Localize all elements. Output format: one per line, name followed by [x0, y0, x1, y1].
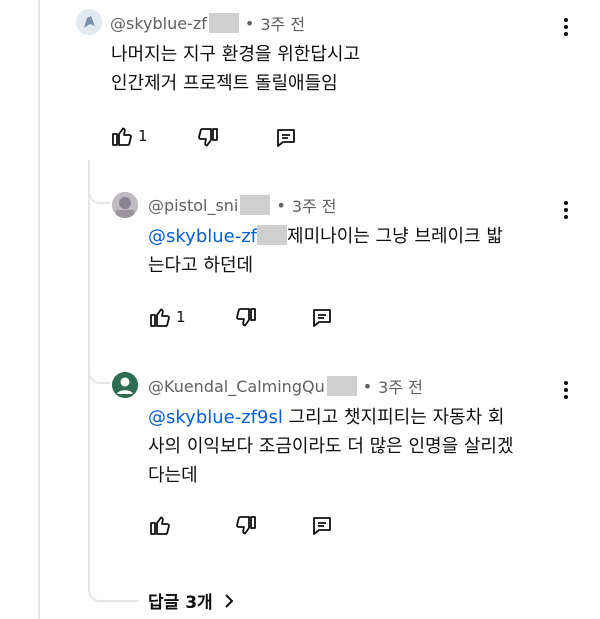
more-vert-icon[interactable] — [562, 201, 570, 222]
reply-button[interactable] — [310, 306, 334, 330]
avatar[interactable] — [112, 192, 138, 218]
replies-label: 답글 3개 — [148, 593, 213, 613]
like-count: 1 — [176, 308, 186, 326]
chevron-right-icon — [224, 593, 234, 608]
comment-line: 는다고 하던데 — [148, 255, 254, 276]
like-button[interactable] — [148, 513, 172, 537]
mention-link[interactable]: @skyblue-zf — [148, 225, 288, 247]
comment-text: @skyblue-zf 제미나이는 그냥 브레이크 밟 는다고 하던데 — [148, 222, 503, 280]
thread-elbow-replies — [88, 540, 138, 602]
dislike-button[interactable] — [234, 514, 258, 538]
author-name[interactable]: @skyblue-zf — [110, 14, 207, 33]
author-name[interactable]: @pistol_sni — [148, 196, 238, 215]
more-vert-icon[interactable] — [562, 381, 570, 402]
reply-comment-icon — [313, 517, 331, 535]
show-replies-button[interactable]: 답글 3개 — [148, 588, 237, 613]
reply-button[interactable] — [310, 514, 334, 538]
comment-line: @skyblue-zf 제미나이는 그냥 브레이크 밟 — [148, 225, 503, 247]
reply-comment-icon — [277, 129, 295, 147]
mention-link[interactable]: @skyblue-zf9sl — [148, 407, 283, 428]
thread-line-main — [38, 0, 40, 619]
like-count: 1 — [138, 127, 148, 145]
dislike-button[interactable] — [196, 126, 220, 150]
avatar-image-icon — [76, 9, 102, 35]
reply-button[interactable] — [274, 126, 298, 150]
thumbs-up-icon — [150, 308, 170, 327]
separator-dot: • — [244, 13, 255, 33]
comment-text: @skyblue-zf9sl 그리고 챗지피티는 자동차 회 사의 이익보다 조… — [148, 403, 514, 490]
like-button[interactable]: 1 — [148, 305, 186, 329]
thread-elbow-reply-1 — [88, 180, 110, 204]
comment-line: @skyblue-zf9sl 그리고 챗지피티는 자동차 회 — [148, 407, 505, 428]
thumbs-down-icon — [236, 308, 256, 327]
separator-dot: • — [276, 195, 286, 215]
author-name[interactable]: @Kuendal_CalmingQu — [148, 377, 325, 396]
avatar-image-icon — [112, 192, 138, 218]
avatar[interactable] — [112, 372, 138, 398]
comment-meta: @pistol_sni • 3주 전 — [148, 193, 337, 217]
comment-text: 나머지는 지구 환경을 위한답시고 인간제거 프로젝트 돌릴애들임 — [111, 40, 360, 98]
redacted-block — [208, 13, 239, 33]
more-vert-icon[interactable] — [562, 18, 570, 39]
timestamp[interactable]: 3주 전 — [292, 193, 337, 217]
comment-meta: @Kuendal_CalmingQu • 3주 전 — [148, 374, 423, 398]
like-button[interactable]: 1 — [110, 124, 148, 148]
thread-line-replies — [88, 160, 90, 540]
thumbs-down-icon — [236, 516, 256, 535]
comment-line: 사의 이익보다 조금이라도 더 많은 인명을 살리겠 — [148, 436, 514, 457]
avatar-default-icon — [112, 372, 138, 398]
comment-line: 인간제거 프로젝트 돌릴애들임 — [111, 73, 338, 94]
redacted-block — [240, 195, 271, 215]
redacted-block — [257, 225, 288, 245]
timestamp[interactable]: 3주 전 — [378, 374, 423, 398]
thumbs-up-icon — [150, 516, 170, 535]
comment-line: 다는데 — [148, 465, 198, 486]
comment-line: 나머지는 지구 환경을 위한답시고 — [111, 44, 361, 65]
dislike-button[interactable] — [234, 306, 258, 330]
avatar[interactable] — [76, 9, 102, 35]
thumbs-down-icon — [198, 128, 218, 147]
separator-dot: • — [362, 376, 373, 396]
reply-comment-icon — [313, 309, 331, 327]
thread-elbow-reply-2 — [88, 360, 110, 384]
redacted-block — [326, 376, 357, 396]
timestamp[interactable]: 3주 전 — [260, 11, 305, 35]
comment-meta: @skyblue-zf • 3주 전 — [110, 11, 305, 35]
thumbs-up-icon — [112, 127, 132, 146]
